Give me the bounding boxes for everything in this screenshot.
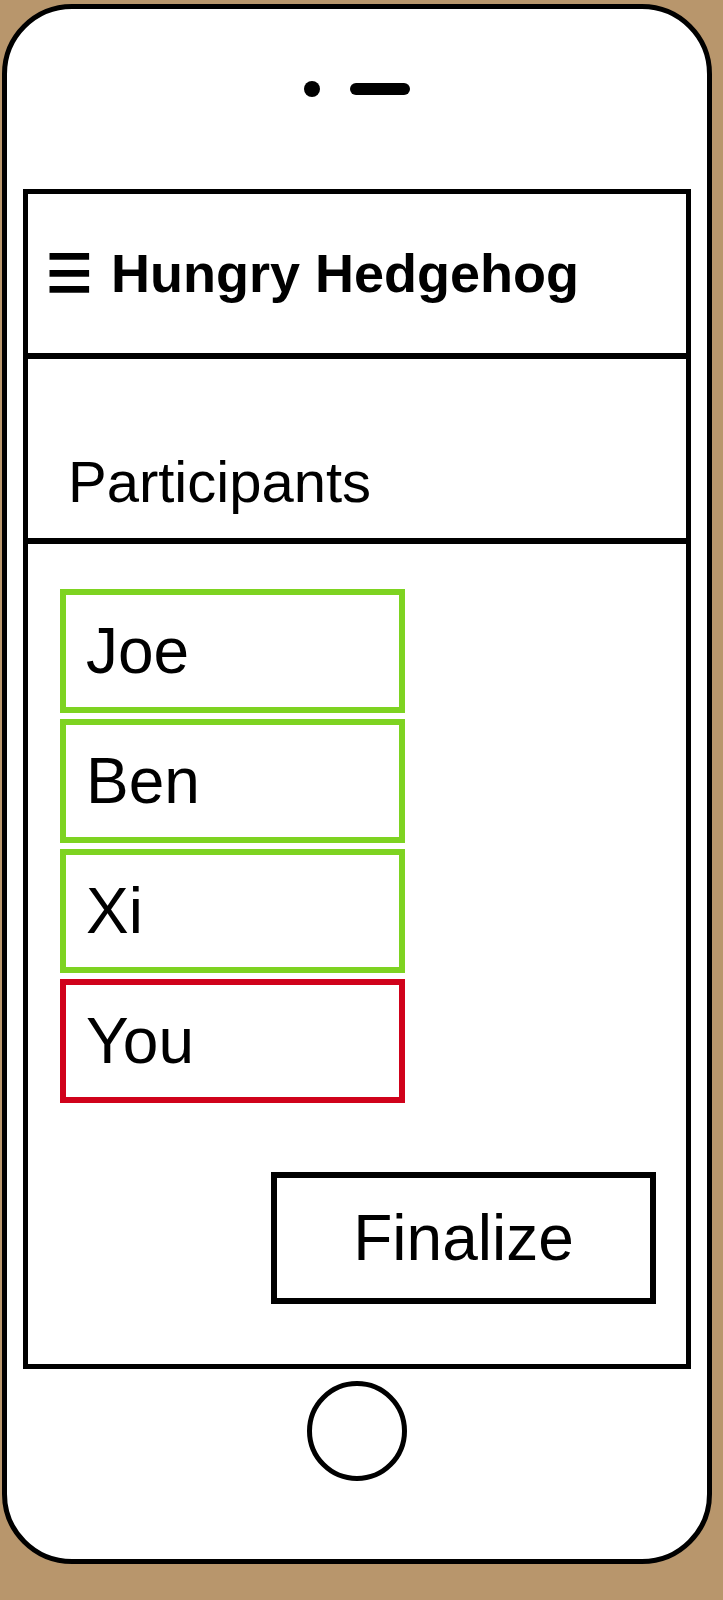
button-row: Finalize: [28, 1172, 686, 1364]
button-label: Finalize: [353, 1198, 574, 1278]
participant-item[interactable]: Ben: [60, 719, 405, 843]
speaker-area: [7, 9, 707, 189]
participant-name: You: [86, 1001, 194, 1081]
section-header: Participants: [28, 359, 686, 544]
phone-frame: ☰ Hungry Hedgehog Participants Joe Ben Xi You F…: [2, 4, 712, 1564]
finalize-button[interactable]: Finalize: [271, 1172, 656, 1304]
app-title: Hungry Hedgehog: [111, 240, 579, 308]
participant-name: Xi: [86, 871, 143, 951]
camera-icon: [304, 81, 320, 97]
spacer: [28, 1103, 686, 1172]
participant-item[interactable]: Joe: [60, 589, 405, 713]
participant-name: Ben: [86, 741, 200, 821]
participant-item[interactable]: Xi: [60, 849, 405, 973]
home-button-icon[interactable]: [307, 1381, 407, 1481]
participant-item[interactable]: You: [60, 979, 405, 1103]
section-title: Participants: [68, 446, 371, 519]
participant-list: Joe Ben Xi You: [28, 544, 686, 1103]
app-header: ☰ Hungry Hedgehog: [28, 194, 686, 359]
participant-name: Joe: [86, 611, 189, 691]
speaker-icon: [350, 83, 410, 95]
menu-icon[interactable]: ☰: [46, 248, 93, 300]
screen: ☰ Hungry Hedgehog Participants Joe Ben Xi You F…: [23, 189, 691, 1369]
